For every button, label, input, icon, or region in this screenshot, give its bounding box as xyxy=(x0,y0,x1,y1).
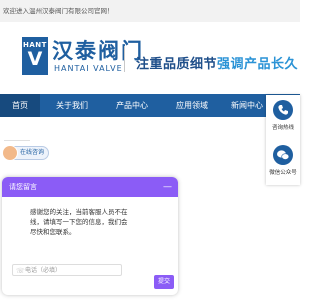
header-divider xyxy=(124,46,125,72)
slogan: 注重品质细节强调产品长久 xyxy=(136,53,298,72)
nav-item-applications[interactable]: 应用领域 xyxy=(166,94,218,117)
chat-widget: 请您留言 — 感谢您的关注，当前客服人员不在线，请填写一下您的信息，我们会尽快和… xyxy=(2,177,178,295)
input-phone-icon: ☏ xyxy=(16,267,25,275)
chat-header: 请您留言 — xyxy=(2,177,178,197)
chat-message: 感谢您的关注，当前客服人员不在线，请填写一下您的信息，我们会尽快和您联系。 xyxy=(30,208,128,236)
phone-input[interactable]: ☏ 电话（必填） xyxy=(12,264,122,276)
slogan-part-2: 强调产品长久 xyxy=(217,57,299,72)
nav-item-products[interactable]: 产品中心 xyxy=(106,94,158,117)
brand-logo[interactable]: HANT V xyxy=(22,37,48,75)
side-item-hotline[interactable]: 咨询热线 xyxy=(266,100,300,131)
main-nav: 首页 关于我们 产品中心 应用领域 新闻中心 xyxy=(0,94,300,117)
slogan-part-1: 注重品质细节 xyxy=(136,57,218,72)
side-item-wechat[interactable]: 微信公众号 xyxy=(266,145,300,176)
side-contact-panel: 咨询热线 微信公众号 xyxy=(266,95,300,185)
online-consult-button[interactable]: 在线咨询 xyxy=(2,145,50,161)
online-consult-label: 在线咨询 xyxy=(20,149,45,156)
minimize-icon[interactable]: — xyxy=(163,177,172,197)
submit-button[interactable]: 提交 xyxy=(154,275,174,289)
brand-mark-letter: V xyxy=(27,48,43,70)
welcome-text: 欢迎进入温州汉泰阀门有限公司官网！ xyxy=(3,7,114,15)
content-divider xyxy=(4,140,30,141)
avatar xyxy=(2,145,18,161)
nav-item-about[interactable]: 关于我们 xyxy=(46,94,98,117)
side-item-wechat-label: 微信公众号 xyxy=(269,170,297,176)
nav-item-home[interactable]: 首页 xyxy=(0,94,40,117)
phone-input-placeholder: 电话（必填） xyxy=(25,267,62,274)
top-bar: 欢迎进入温州汉泰阀门有限公司官网！ xyxy=(0,0,300,23)
side-item-hotline-label: 咨询热线 xyxy=(271,125,294,131)
wechat-icon xyxy=(273,145,293,165)
phone-icon xyxy=(273,100,293,120)
brand-name-en: HANTAI VALVE xyxy=(54,64,123,73)
header: HANT V 汉泰阀门 HANTAI VALVE 注重品质细节强调产品长久 xyxy=(0,22,300,86)
nav-item-news[interactable]: 新闻中心 xyxy=(226,94,268,117)
chat-title: 请您留言 xyxy=(9,183,37,191)
brand-name-cn: 汉泰阀门 xyxy=(52,39,144,63)
